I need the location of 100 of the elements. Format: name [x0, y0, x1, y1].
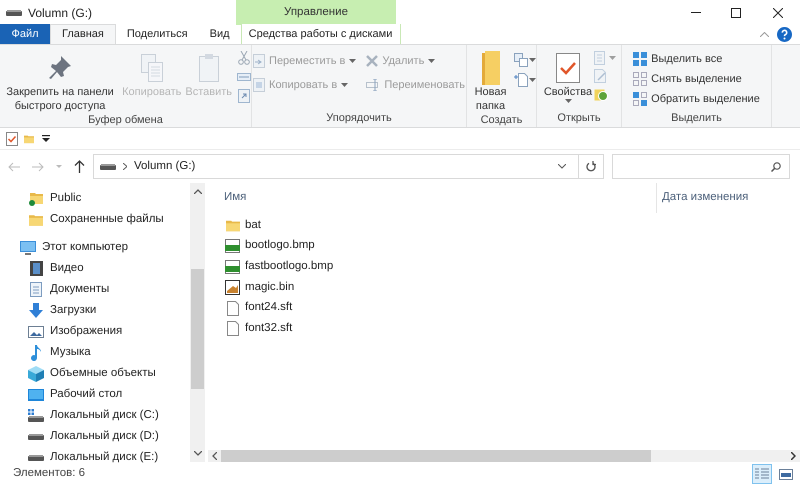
window-title: Volumn (G:) [28, 4, 92, 22]
ribbon-button[interactable]: Снять выделение [631, 69, 762, 89]
help-icon[interactable] [777, 26, 792, 42]
forward-arrow-icon[interactable] [32, 162, 44, 172]
item-count: Элементов: 6 [13, 466, 86, 482]
caret-icon [564, 99, 572, 103]
refresh-icon[interactable] [586, 161, 596, 172]
ribbon-tab[interactable]: Вид [198, 24, 241, 44]
drive-icon [6, 8, 22, 16]
copy-icon [140, 54, 163, 82]
caret-icon [341, 83, 348, 87]
file-row[interactable]: font24.sft [208, 298, 800, 318]
nav-item[interactable]: Загрузки [0, 300, 190, 321]
nav-item[interactable]: Изображения [0, 321, 190, 342]
address-bar[interactable]: Volumn (G:) [93, 154, 604, 179]
properties-checkmark-icon [556, 53, 580, 83]
close-icon [773, 8, 783, 18]
desktop-icon [28, 388, 44, 400]
rename-icon [366, 79, 380, 91]
ribbon-tab[interactable]: Поделиться [116, 24, 199, 44]
scroll-up-icon[interactable] [194, 189, 202, 194]
film-icon [30, 261, 42, 276]
pin-icon [49, 56, 72, 80]
nav-item[interactable]: Видео [0, 258, 190, 279]
column-header[interactable]: Имя [208, 189, 656, 207]
new-item-icon[interactable] [514, 53, 528, 67]
history-icon[interactable] [594, 87, 608, 101]
recent-locations-icon[interactable] [56, 165, 62, 168]
scissors-icon[interactable] [237, 51, 251, 65]
caret-icon [529, 78, 536, 82]
easy-access-icon[interactable] [514, 73, 528, 87]
scroll-left-icon[interactable] [212, 452, 217, 460]
ribbon-button[interactable]: Обратить выделение [631, 89, 762, 109]
caret-icon [349, 59, 356, 63]
edit-icon[interactable] [594, 69, 608, 83]
ribbon-tab[interactable]: Средства работы с дисками [240, 24, 401, 44]
ribbon-group-label: Создать [480, 113, 524, 127]
file-row[interactable]: fastbootlogo.bmp [208, 256, 800, 278]
ribbon-button[interactable]: Закрепить на панели быстрого доступа [0, 45, 120, 113]
details-view-button[interactable] [752, 464, 772, 484]
context-tab-header: Управление [236, 0, 396, 25]
nav-item[interactable]: Этот компьютер [0, 237, 190, 258]
caret-icon [609, 56, 616, 60]
customize-toolbar-icon[interactable] [42, 135, 50, 142]
details-view-icon [755, 468, 769, 480]
scroll-right-icon[interactable] [791, 452, 796, 460]
vertical-scrollbar[interactable] [190, 183, 205, 462]
file-row[interactable]: bat [208, 215, 800, 236]
ribbon-button[interactable]: Выделить все [631, 49, 762, 69]
drive-icon [28, 454, 44, 462]
computer-icon [20, 240, 36, 254]
nav-item[interactable]: Документы [0, 279, 190, 300]
cube-icon [28, 366, 44, 382]
binary-file-icon [225, 280, 240, 295]
ribbon-tab[interactable]: Файл [0, 24, 50, 44]
nav-item[interactable]: Локальный диск (D:) [0, 426, 190, 447]
select-none-icon [633, 72, 648, 86]
scroll-down-icon[interactable] [194, 451, 202, 456]
collapse-ribbon-icon[interactable] [760, 32, 769, 36]
nav-item[interactable]: Рабочий стол [0, 384, 190, 405]
shared-folder-icon [29, 192, 43, 206]
file-row[interactable]: font32.sft [208, 318, 800, 340]
back-arrow-icon[interactable] [8, 162, 20, 172]
search-field[interactable] [612, 154, 790, 179]
folder-icon [226, 218, 240, 232]
bitmap-image-icon [225, 260, 240, 274]
file-row[interactable]: magic.bin [208, 277, 800, 298]
ribbon-group-label: Выделить [670, 111, 723, 126]
ribbon-button[interactable]: Свойства [542, 45, 594, 103]
file-row[interactable]: bootlogo.bmp [208, 236, 800, 256]
search-icon [771, 162, 781, 172]
nav-item[interactable]: Музыка [0, 342, 190, 363]
nav-item[interactable]: Public [0, 188, 190, 209]
select-all-icon [633, 52, 648, 66]
up-arrow-icon[interactable] [74, 160, 85, 173]
download-arrow-icon [29, 303, 43, 318]
minimize-icon [691, 12, 701, 13]
clipboard-icon [198, 54, 219, 82]
copy-to-icon [253, 78, 266, 92]
horizontal-scrollbar[interactable] [208, 450, 800, 462]
move-icon [253, 54, 266, 68]
nav-item[interactable]: Локальный диск (C:) [0, 405, 190, 426]
address-path[interactable]: Volumn (G:) [134, 158, 196, 176]
blank-file-icon [226, 321, 238, 336]
nav-item[interactable]: Сохраненные файлы [0, 209, 190, 230]
column-header[interactable]: Дата изменения [656, 183, 800, 213]
properties-icon[interactable] [6, 132, 18, 146]
tiles-view-icon [779, 468, 793, 480]
paste-shortcut-icon[interactable] [237, 89, 251, 103]
invert-selection-icon [633, 92, 648, 106]
chevron-down-icon[interactable] [558, 164, 566, 169]
copy-path-icon[interactable] [237, 70, 251, 84]
scrollbar-thumb[interactable] [191, 269, 204, 389]
caret-icon [428, 59, 436, 63]
ribbon-tab[interactable]: Главная [50, 24, 116, 44]
nav-item[interactable]: Объемные объекты [0, 363, 190, 384]
system-drive-icon [28, 409, 44, 422]
nav-item[interactable]: Локальный диск (E:) [0, 447, 190, 468]
scrollbar-thumb[interactable] [221, 450, 651, 462]
ribbon-button[interactable]: Новая папка [467, 45, 514, 113]
